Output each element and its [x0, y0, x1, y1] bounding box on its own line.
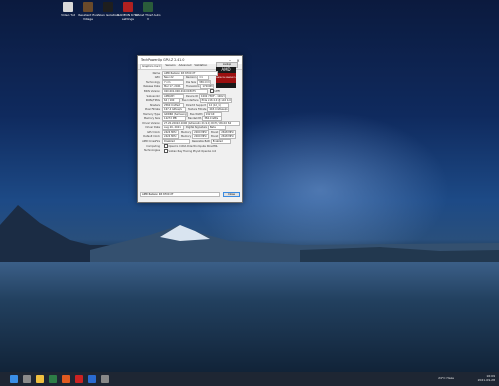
app-icon[interactable] [88, 375, 96, 383]
desktop-icon-gta[interactable]: Ghost Thief Auto V [135, 2, 161, 21]
radeon-icon[interactable] [75, 375, 83, 383]
computing-list: OpenCL CUDA DirectCompute DirectML [168, 145, 218, 149]
lake [0, 262, 499, 372]
search-icon[interactable] [23, 375, 31, 383]
gpu-select[interactable]: AMD Radeon RX 6700 XT [140, 191, 220, 198]
field-label: BIOS Version [144, 89, 160, 93]
window-footer: AMD Radeon RX 6700 XT Close [140, 191, 240, 198]
field-label: GPU [154, 76, 160, 80]
field-label: AMD CrossFire [142, 139, 160, 143]
file-explorer-icon[interactable] [36, 375, 44, 383]
info-grid: Name AMD Radeon RX 6700 XT GPU Navi 22 R… [138, 70, 242, 154]
game-icon [143, 2, 153, 12]
field-sublabel: Device ID [186, 94, 199, 98]
file-icon [63, 2, 73, 12]
taskbar: 24°C Haze 16:09 2021-09-28 [0, 372, 499, 386]
desktop-icon-label: Video Tut [61, 13, 75, 17]
field-label: Technologies [143, 149, 160, 153]
field-sublabel: Die Size [186, 80, 197, 84]
field-sublabel: Bus Width [190, 112, 203, 116]
window-title: TechPowerUp GPU-Z 2.41.0 [141, 58, 185, 62]
field-label: GPU Clock [147, 130, 160, 134]
field-label: Computing [146, 144, 160, 148]
tab-sensors[interactable]: Sensors [165, 64, 175, 69]
field-label: Default Clock [143, 135, 160, 139]
tab-advanced[interactable]: Advanced [179, 64, 192, 69]
field-label: Release Date [143, 85, 160, 89]
field-label: Memory Type [143, 112, 160, 116]
computing-checkboxes[interactable]: OpenCL CUDA DirectCompute DirectML [162, 144, 219, 149]
field-sublabel: Texture Fillrate [188, 108, 207, 112]
browser-icon[interactable] [62, 375, 70, 383]
start-icon[interactable] [10, 375, 18, 383]
field-label: Memory Size [143, 117, 160, 121]
field-sublabel: DirectX Support [186, 103, 206, 107]
field-label: Technology [145, 80, 160, 84]
field-sublabel: Digital Signature [186, 126, 207, 130]
field-label: ROPs/TMUs [145, 99, 160, 103]
field-sublabel: Bandwidth [188, 117, 202, 121]
weather-widget[interactable]: 24°C Haze [438, 376, 454, 380]
field-label: Driver Date [145, 126, 160, 130]
date-text: 2021-09-28 [477, 378, 495, 382]
radeon-icon [123, 2, 133, 12]
gpuz-window: TechPowerUp GPU-Z 2.41.0 – × Graphics Ca… [137, 55, 243, 203]
tab-graphics-card[interactable]: Graphics Card [140, 64, 163, 69]
field-sublabel: Transistors [186, 85, 200, 89]
field-label: Driver Version [142, 121, 160, 125]
field-label: Shaders [149, 103, 160, 107]
gpuz-taskbar-icon[interactable] [101, 375, 109, 383]
boost-label: Boost [211, 135, 219, 139]
field-value2: 2000 MHz [192, 134, 210, 140]
field-sublabel: Memory [181, 135, 192, 139]
field-sublabel: Resizable BAR [192, 139, 210, 143]
technologies-list: Vulkan Ray Tracing PhysX OpenGL 4.6 [168, 149, 217, 153]
boost-label: Boost [211, 130, 219, 134]
game-icon [83, 2, 93, 12]
field-sublabel: Revision [186, 76, 197, 80]
field-label: Name [152, 71, 160, 75]
tab-validation[interactable]: Validation [194, 64, 207, 69]
row-technologies: Technologies Vulkan Ray Tracing PhysX Op… [140, 148, 240, 153]
technologies-checkboxes[interactable]: Vulkan Ray Tracing PhysX OpenGL 4.6 [162, 148, 217, 153]
field-label: Pixel Fillrate [145, 108, 160, 112]
desktop-icon-label: Ghost Thief Auto V [135, 13, 161, 21]
game-icon [103, 2, 113, 12]
field-sublabel: Bus Interface [182, 99, 199, 103]
store-icon[interactable] [49, 375, 57, 383]
field-label: Subvendor [146, 94, 160, 98]
field-sublabel: Memory [181, 130, 192, 134]
close-button[interactable]: Close [223, 191, 240, 198]
clock[interactable]: 16:09 2021-09-28 [478, 374, 495, 382]
